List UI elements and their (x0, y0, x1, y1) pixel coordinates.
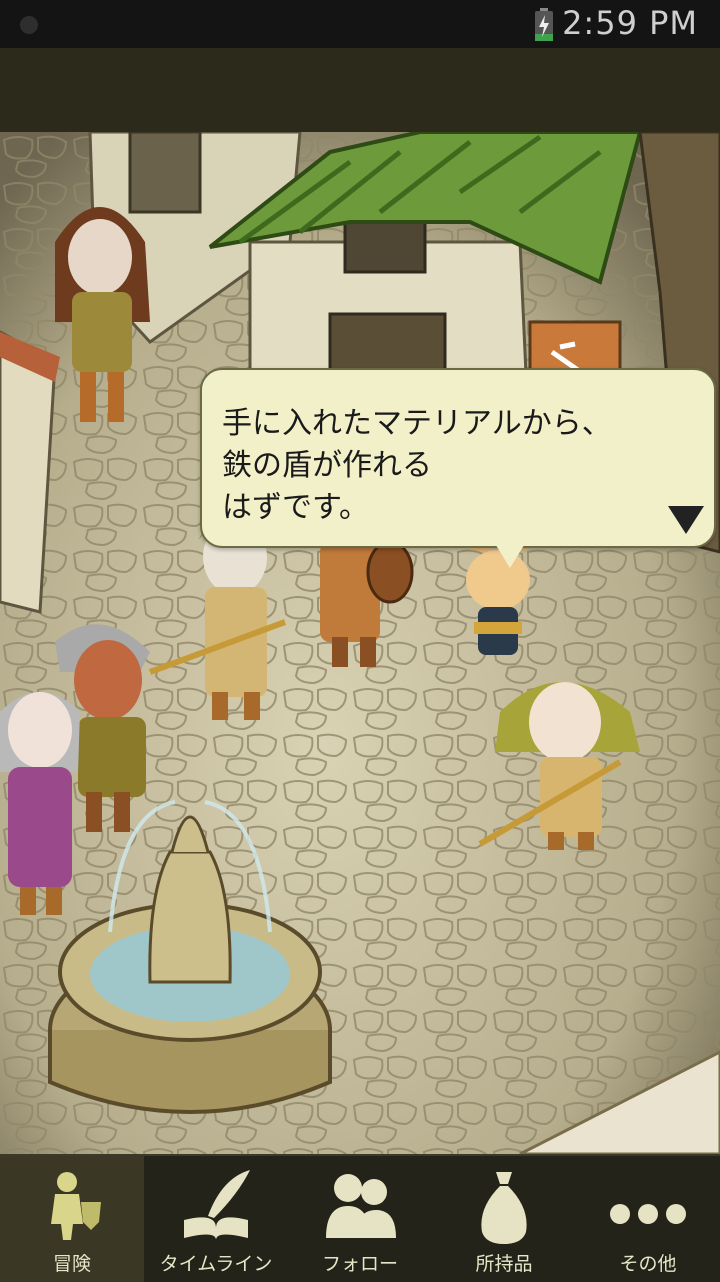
dialog-line-1: 手に入れたマテリアルから、 (222, 406, 612, 441)
tab-label-follow: フォロー (321, 1253, 398, 1275)
town-square-illustration (0, 132, 720, 1154)
dialog-bubble-tail (494, 542, 526, 568)
money-bag-icon (481, 1172, 527, 1244)
status-time: 2:59 PM (562, 4, 698, 42)
notification-icon (20, 16, 38, 34)
triangle-down-icon[interactable] (668, 506, 704, 534)
character-silver-hair-mage[interactable] (0, 692, 80, 915)
adventurer-icon (51, 1172, 101, 1240)
bottom-tab-bar: 冒険 タイムライン フォロー 所持品 その他 (0, 1154, 720, 1282)
people-icon (326, 1174, 396, 1238)
tab-label-adventure: 冒険 (52, 1253, 91, 1275)
game-scene[interactable]: 手に入れたマテリアルから、 鉄の盾が作れる はずです。 (0, 132, 720, 1154)
battery-charging-icon (535, 8, 553, 41)
tab-label-inventory: 所持品 (475, 1253, 533, 1275)
top-band (0, 48, 720, 132)
dialog-bubble[interactable]: 手に入れたマテリアルから、 鉄の盾が作れる はずです。 (200, 368, 716, 548)
dialog-line-2: 鉄の盾が作れる (222, 448, 432, 483)
status-bar: 2:59 PM (0, 0, 720, 48)
dialog-line-3: はずです。 (222, 490, 369, 525)
tab-label-more: その他 (619, 1253, 677, 1275)
tab-adventure[interactable]: 冒険 (0, 1156, 144, 1282)
more-dots-icon (610, 1204, 686, 1224)
tab-inventory[interactable]: 所持品 (432, 1156, 576, 1282)
tab-follow[interactable]: フォロー (288, 1156, 432, 1282)
tab-timeline[interactable]: タイムライン (144, 1156, 288, 1282)
tab-more[interactable]: その他 (576, 1156, 720, 1282)
quill-book-icon (184, 1170, 250, 1240)
tab-label-timeline: タイムライン (159, 1253, 273, 1275)
